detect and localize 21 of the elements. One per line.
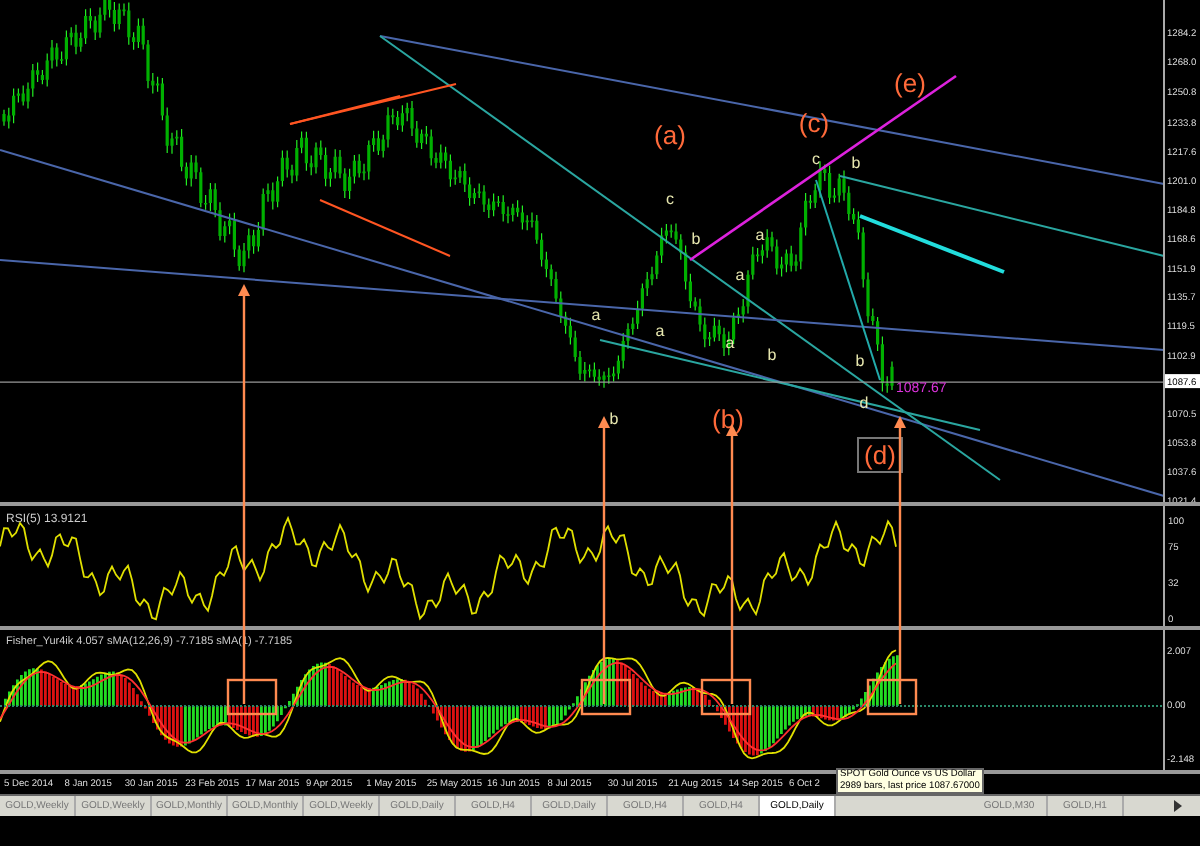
wave-label: a <box>725 334 735 352</box>
wave-label: a <box>655 322 665 340</box>
wave-label: a <box>591 306 601 324</box>
wave-label: (e) <box>894 68 926 98</box>
wave-label: c <box>666 190 674 208</box>
wave-label: b <box>851 154 861 172</box>
wave-label: b <box>855 352 865 370</box>
highlight-box <box>700 678 752 716</box>
wave-label: (a) <box>654 120 686 150</box>
wave-label: a <box>755 226 765 244</box>
wave-label: c <box>812 150 820 168</box>
wave-label: b <box>767 346 777 364</box>
wave-label: b <box>691 230 701 248</box>
highlight-box <box>226 678 278 716</box>
highlight-box <box>580 678 632 716</box>
wave-label: b <box>609 410 619 428</box>
highlight-box <box>866 678 918 716</box>
wave-label: (b) <box>712 404 744 434</box>
wave-label: (d) <box>857 437 903 473</box>
wave-label: a <box>735 266 745 284</box>
scroll-right-icon[interactable] <box>1172 800 1184 812</box>
